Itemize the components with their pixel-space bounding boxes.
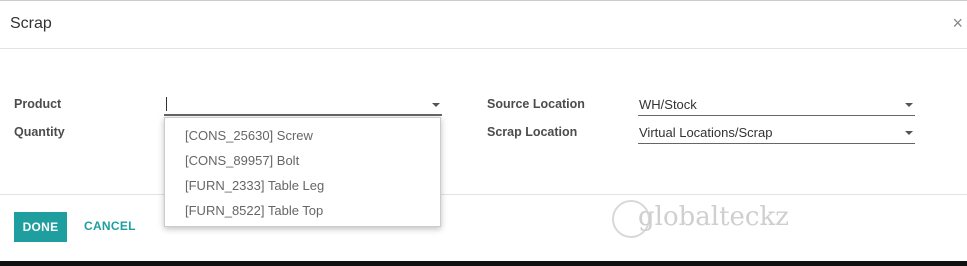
cancel-button[interactable]: CANCEL bbox=[84, 219, 136, 233]
scrap-dialog: Scrap × Product Quantity Source Location… bbox=[0, 0, 967, 261]
product-field[interactable] bbox=[164, 94, 442, 116]
chevron-down-icon[interactable] bbox=[905, 103, 913, 107]
source-location-label: Source Location bbox=[487, 97, 585, 111]
text-cursor bbox=[166, 97, 167, 111]
dropdown-option[interactable]: [CONS_25630] Screw bbox=[185, 128, 313, 143]
watermark-text: globalteckz bbox=[638, 202, 789, 232]
scrap-location-label: Scrap Location bbox=[487, 125, 578, 139]
dropdown-option[interactable]: [FURN_2333] Table Leg bbox=[185, 178, 324, 193]
dialog-footer: DONE CANCEL bbox=[0, 194, 967, 262]
quantity-label: Quantity bbox=[14, 125, 65, 139]
scrap-location-value: Virtual Locations/Scrap bbox=[639, 125, 773, 140]
dialog-title: Scrap bbox=[10, 15, 52, 32]
source-location-value: WH/Stock bbox=[639, 97, 697, 112]
dropdown-option[interactable]: [FURN_8522] Table Top bbox=[185, 203, 323, 218]
dropdown-option[interactable]: [CONS_89957] Bolt bbox=[185, 153, 299, 168]
chevron-down-icon[interactable] bbox=[905, 131, 913, 135]
backdrop-edge bbox=[0, 261, 967, 266]
close-icon[interactable]: × bbox=[952, 13, 963, 33]
source-location-field[interactable]: WH/Stock bbox=[638, 94, 915, 116]
done-button[interactable]: DONE bbox=[14, 212, 67, 242]
product-label: Product bbox=[14, 97, 62, 111]
scrap-location-field[interactable]: Virtual Locations/Scrap bbox=[638, 122, 915, 144]
product-dropdown: [CONS_25630] Screw [CONS_89957] Bolt [FU… bbox=[164, 117, 441, 227]
chevron-down-icon[interactable] bbox=[432, 103, 440, 107]
dialog-header: Scrap × bbox=[0, 1, 967, 49]
